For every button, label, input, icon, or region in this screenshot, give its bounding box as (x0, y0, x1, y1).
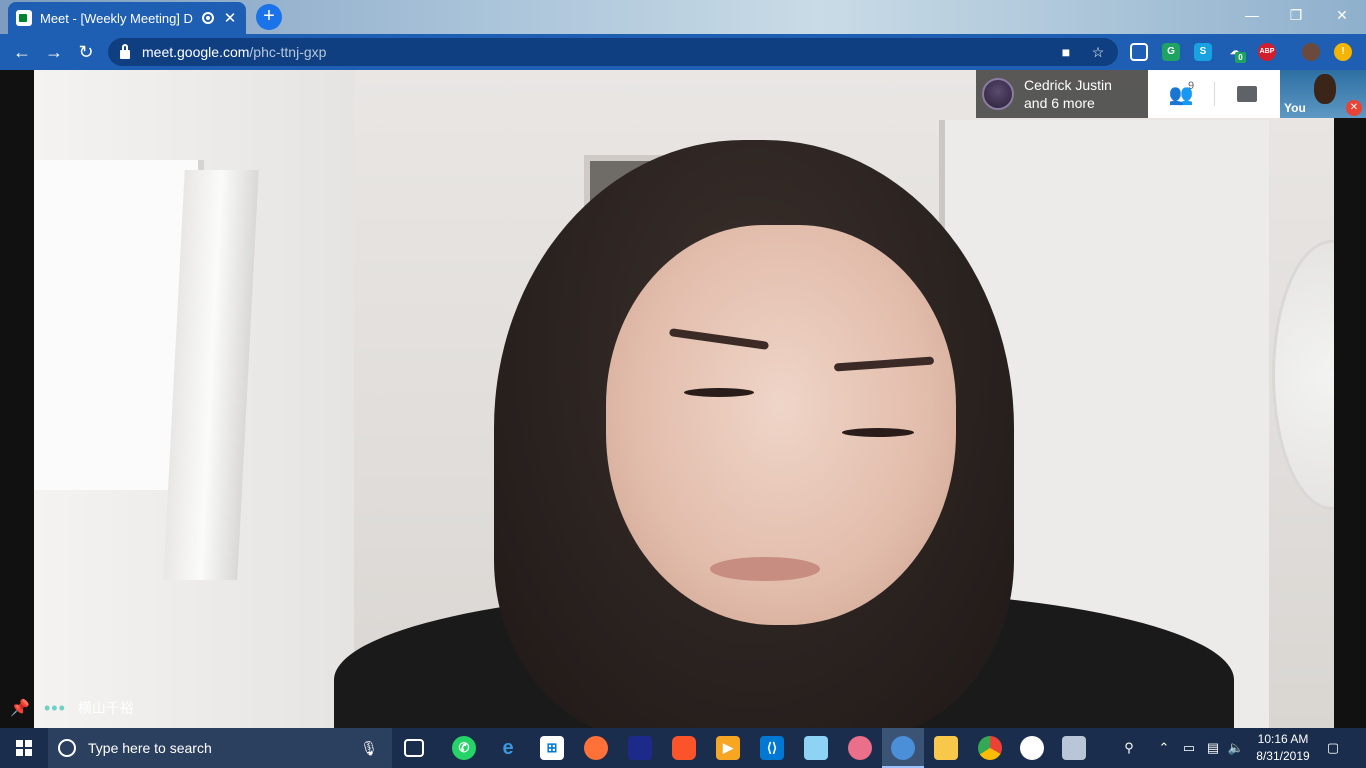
bookmark-star-icon[interactable]: ☆ (1090, 44, 1106, 60)
url-host: meet.google.com (142, 44, 250, 60)
firefox-icon[interactable] (584, 736, 608, 760)
volume-icon[interactable]: 🔈 (1226, 728, 1246, 768)
tab-title: Meet - [Weekly Meeting] DIV (40, 10, 194, 26)
search-placeholder: Type here to search (88, 740, 212, 756)
self-view-label: You (1284, 101, 1306, 115)
picture-in-picture-icon[interactable] (1130, 43, 1148, 61)
show-hidden-icons[interactable]: ⌃ (1154, 728, 1174, 768)
minimize-button[interactable]: — (1230, 0, 1274, 30)
taskbar-search-box[interactable]: Type here to search 🎙 (48, 728, 392, 768)
meet-stage: Cedrick Justin and 6 more 👥 9 You ✕ 📌 ••… (0, 70, 1366, 728)
participants-summary[interactable]: Cedrick Justin and 6 more (976, 70, 1148, 118)
reload-icon[interactable]: ↻ (74, 40, 98, 64)
skype-extension-icon[interactable]: S (1194, 43, 1212, 61)
profile-avatar[interactable] (1302, 43, 1320, 61)
people-button[interactable]: 👥 9 (1148, 70, 1214, 118)
speaker-name: 横山千裕 (77, 700, 134, 716)
chrome-icon[interactable] (978, 736, 1002, 760)
new-tab-button[interactable]: + (256, 4, 282, 30)
brave-icon[interactable] (672, 736, 696, 760)
browser-toolbar: ← → ↻ meet.google.com/phc-ttnj-gxp ■ ☆ G… (0, 34, 1366, 70)
network-icon[interactable]: ▤ (1202, 728, 1224, 768)
participant-avatar (982, 78, 1014, 110)
forward-icon[interactable]: → (42, 40, 66, 64)
taskbar-clock[interactable]: 10:16 AM 8/31/2019 (1246, 731, 1320, 765)
start-button[interactable] (0, 728, 48, 768)
edge-icon[interactable]: e (496, 736, 520, 760)
main-video-feed (34, 70, 1334, 728)
file-explorer-icon[interactable] (934, 736, 958, 760)
windows-taskbar: Type here to search 🎙 ✆ e ⊞ ▶ ⟨⟩ ⚲ ⌃ ▭ ▤… (0, 728, 1366, 768)
adblock-extension-icon[interactable]: ABP (1258, 43, 1276, 61)
lock-icon (120, 43, 130, 59)
cortana-icon (58, 739, 76, 757)
camera-permission-icon[interactable]: ■ (1058, 44, 1074, 60)
microphone-icon[interactable]: 🎙 (360, 740, 378, 757)
slack-icon[interactable] (1020, 736, 1044, 760)
chat-icon (1237, 86, 1257, 102)
chat-button[interactable] (1214, 70, 1280, 118)
photos-icon[interactable] (891, 736, 915, 760)
cloud-extension-icon[interactable]: ☁ 0 (1226, 43, 1246, 63)
pin-icon[interactable]: 📌 (10, 698, 30, 718)
meet-top-controls: 👥 9 (1148, 70, 1280, 118)
recording-indicator-icon (202, 12, 214, 24)
title-bar: Meet - [Weekly Meeting] DIV ✕ + — ❐ ✕ (0, 0, 1366, 34)
grammar-extension-icon[interactable]: G (1162, 43, 1180, 61)
restore-button[interactable]: ❐ (1274, 0, 1318, 30)
video-fan (1272, 240, 1334, 510)
task-view-icon[interactable] (404, 739, 424, 757)
mic-off-icon: ✕ (1346, 100, 1362, 116)
tab-meet[interactable]: Meet - [Weekly Meeting] DIV ✕ (8, 2, 246, 34)
self-view-head (1314, 74, 1336, 104)
back-icon[interactable]: ← (10, 40, 34, 64)
notifications-icon[interactable]: ▢ (1320, 728, 1346, 768)
vscode-icon[interactable]: ⟨⟩ (760, 736, 784, 760)
close-window-button[interactable]: ✕ (1320, 0, 1364, 30)
notes-icon[interactable] (804, 736, 828, 760)
speaking-indicator-icon: ••• (44, 698, 66, 718)
people-tray-icon[interactable]: ⚲ (1118, 728, 1140, 768)
paint-icon[interactable] (848, 736, 872, 760)
participant-name: Cedrick Justin (1024, 77, 1112, 93)
tab-close-button[interactable]: ✕ (222, 9, 238, 27)
battery-icon[interactable]: ▭ (1178, 728, 1200, 768)
self-view-tile[interactable]: You ✕ (1280, 70, 1366, 118)
clock-date: 8/31/2019 (1256, 749, 1310, 763)
update-icon[interactable]: ! (1334, 43, 1352, 61)
address-bar[interactable]: meet.google.com/phc-ttnj-gxp ■ ☆ (108, 38, 1118, 66)
media-player-icon[interactable]: ▶ (716, 736, 740, 760)
video-person-lips (710, 557, 820, 581)
url-path: /phc-ttnj-gxp (249, 44, 327, 60)
network-app-icon[interactable] (1062, 736, 1086, 760)
video-person-eye (684, 388, 754, 397)
app-icon[interactable] (628, 736, 652, 760)
participant-more: and 6 more (1024, 95, 1095, 111)
store-icon[interactable]: ⊞ (540, 736, 564, 760)
video-person-eye (842, 428, 914, 437)
whatsapp-icon[interactable]: ✆ (452, 736, 476, 760)
clock-time: 10:16 AM (1257, 732, 1309, 746)
people-count-badge: 9 (1188, 80, 1195, 92)
google-meet-favicon-icon (16, 10, 32, 26)
speaker-label-bar: 📌 ••• 横山千裕 (0, 694, 134, 722)
extension-badge: 0 (1235, 52, 1246, 63)
windows-logo-icon (16, 740, 32, 756)
